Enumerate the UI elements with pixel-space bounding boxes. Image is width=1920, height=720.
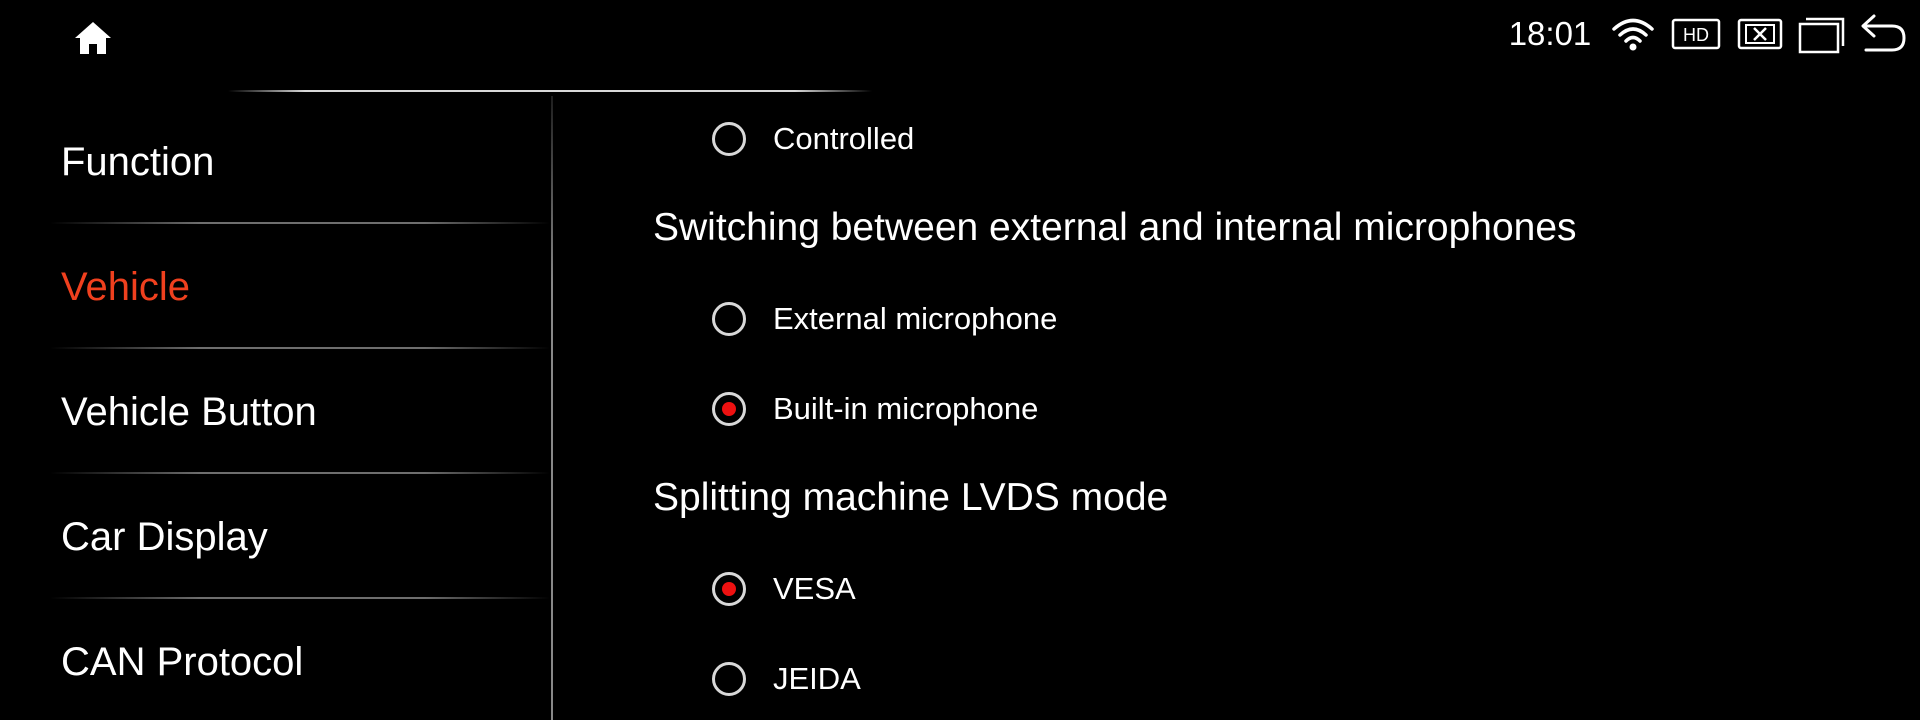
close-box-icon[interactable]	[1734, 12, 1786, 56]
sidebar-divider	[50, 597, 550, 599]
sidebar-divider	[50, 222, 550, 224]
option-label: JEIDA	[773, 661, 861, 696]
sidebar-item-label: CAN Protocol	[61, 640, 304, 684]
radio-button-selected[interactable]	[712, 392, 746, 426]
windows-icon[interactable]	[1796, 12, 1846, 56]
settings-screen: 18:01 HD Function Vehicle Vehicle Button…	[0, 0, 1920, 720]
option-label: VESA	[773, 571, 856, 606]
section-title-lvds: Splitting machine LVDS mode	[653, 476, 1169, 519]
sidebar-item-function[interactable]: Function	[0, 100, 552, 224]
sidebar-item-label: Vehicle Button	[61, 390, 317, 434]
section-title-microphone: Switching between external and internal …	[653, 206, 1577, 249]
radio-button[interactable]	[712, 662, 746, 696]
option-controlled[interactable]: Controlled	[712, 112, 1272, 172]
sidebar-item-car-display[interactable]: Car Display	[0, 475, 552, 599]
option-jeida[interactable]: JEIDA	[712, 652, 1272, 712]
header-divider	[228, 90, 872, 92]
sidebar-item-label: Function	[61, 140, 215, 184]
option-label: External microphone	[773, 301, 1058, 336]
sidebar-item-vehicle-button[interactable]: Vehicle Button	[0, 350, 552, 474]
radio-button[interactable]	[712, 302, 746, 336]
option-vesa[interactable]: VESA	[712, 562, 1272, 622]
wifi-icon	[1610, 12, 1656, 56]
option-built-in-microphone[interactable]: Built-in microphone	[712, 382, 1272, 442]
panel-divider	[551, 96, 553, 720]
sidebar-item-label: Vehicle	[61, 265, 190, 309]
sidebar-item-vehicle[interactable]: Vehicle	[0, 225, 552, 349]
sidebar-item-label: Car Display	[61, 515, 268, 559]
radio-button[interactable]	[712, 122, 746, 156]
status-bar: 18:01 HD	[0, 0, 1920, 72]
clock: 18:01	[1508, 15, 1592, 52]
sidebar-divider	[50, 472, 550, 474]
option-label: Built-in microphone	[773, 391, 1039, 426]
radio-button-selected[interactable]	[712, 572, 746, 606]
settings-content: Controlled Switching between external an…	[560, 96, 1900, 720]
sidebar-item-can-protocol[interactable]: CAN Protocol	[0, 600, 552, 720]
option-external-microphone[interactable]: External microphone	[712, 292, 1272, 352]
sidebar-divider	[50, 347, 550, 349]
hd-text: HD	[1683, 25, 1709, 45]
sidebar: Function Vehicle Vehicle Button Car Disp…	[0, 100, 552, 720]
hd-icon: HD	[1670, 12, 1722, 56]
back-icon[interactable]	[1858, 12, 1908, 56]
home-icon[interactable]	[72, 18, 114, 58]
option-label: Controlled	[773, 121, 915, 156]
